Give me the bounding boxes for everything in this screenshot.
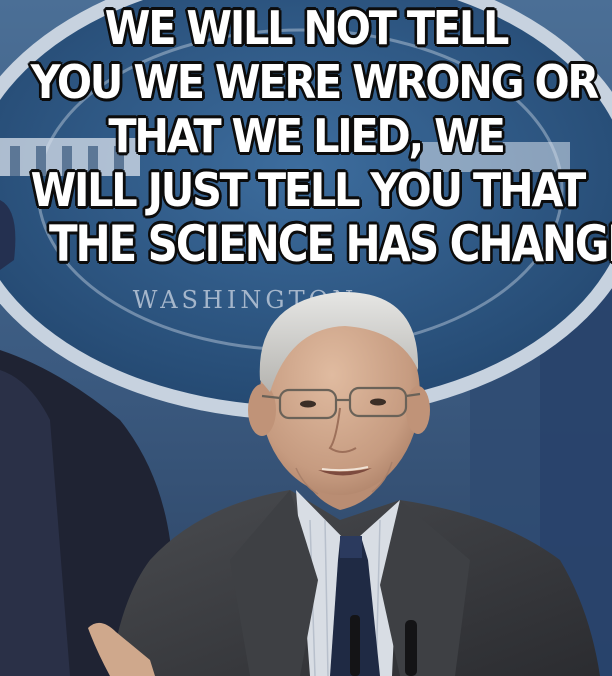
press-briefing-photo: WASHINGTON	[0, 0, 612, 676]
microphone	[405, 620, 417, 676]
microphone	[350, 615, 360, 676]
meme-image: WASHINGTON WE WILL NOT TELL YOU WE WERE …	[0, 0, 612, 676]
